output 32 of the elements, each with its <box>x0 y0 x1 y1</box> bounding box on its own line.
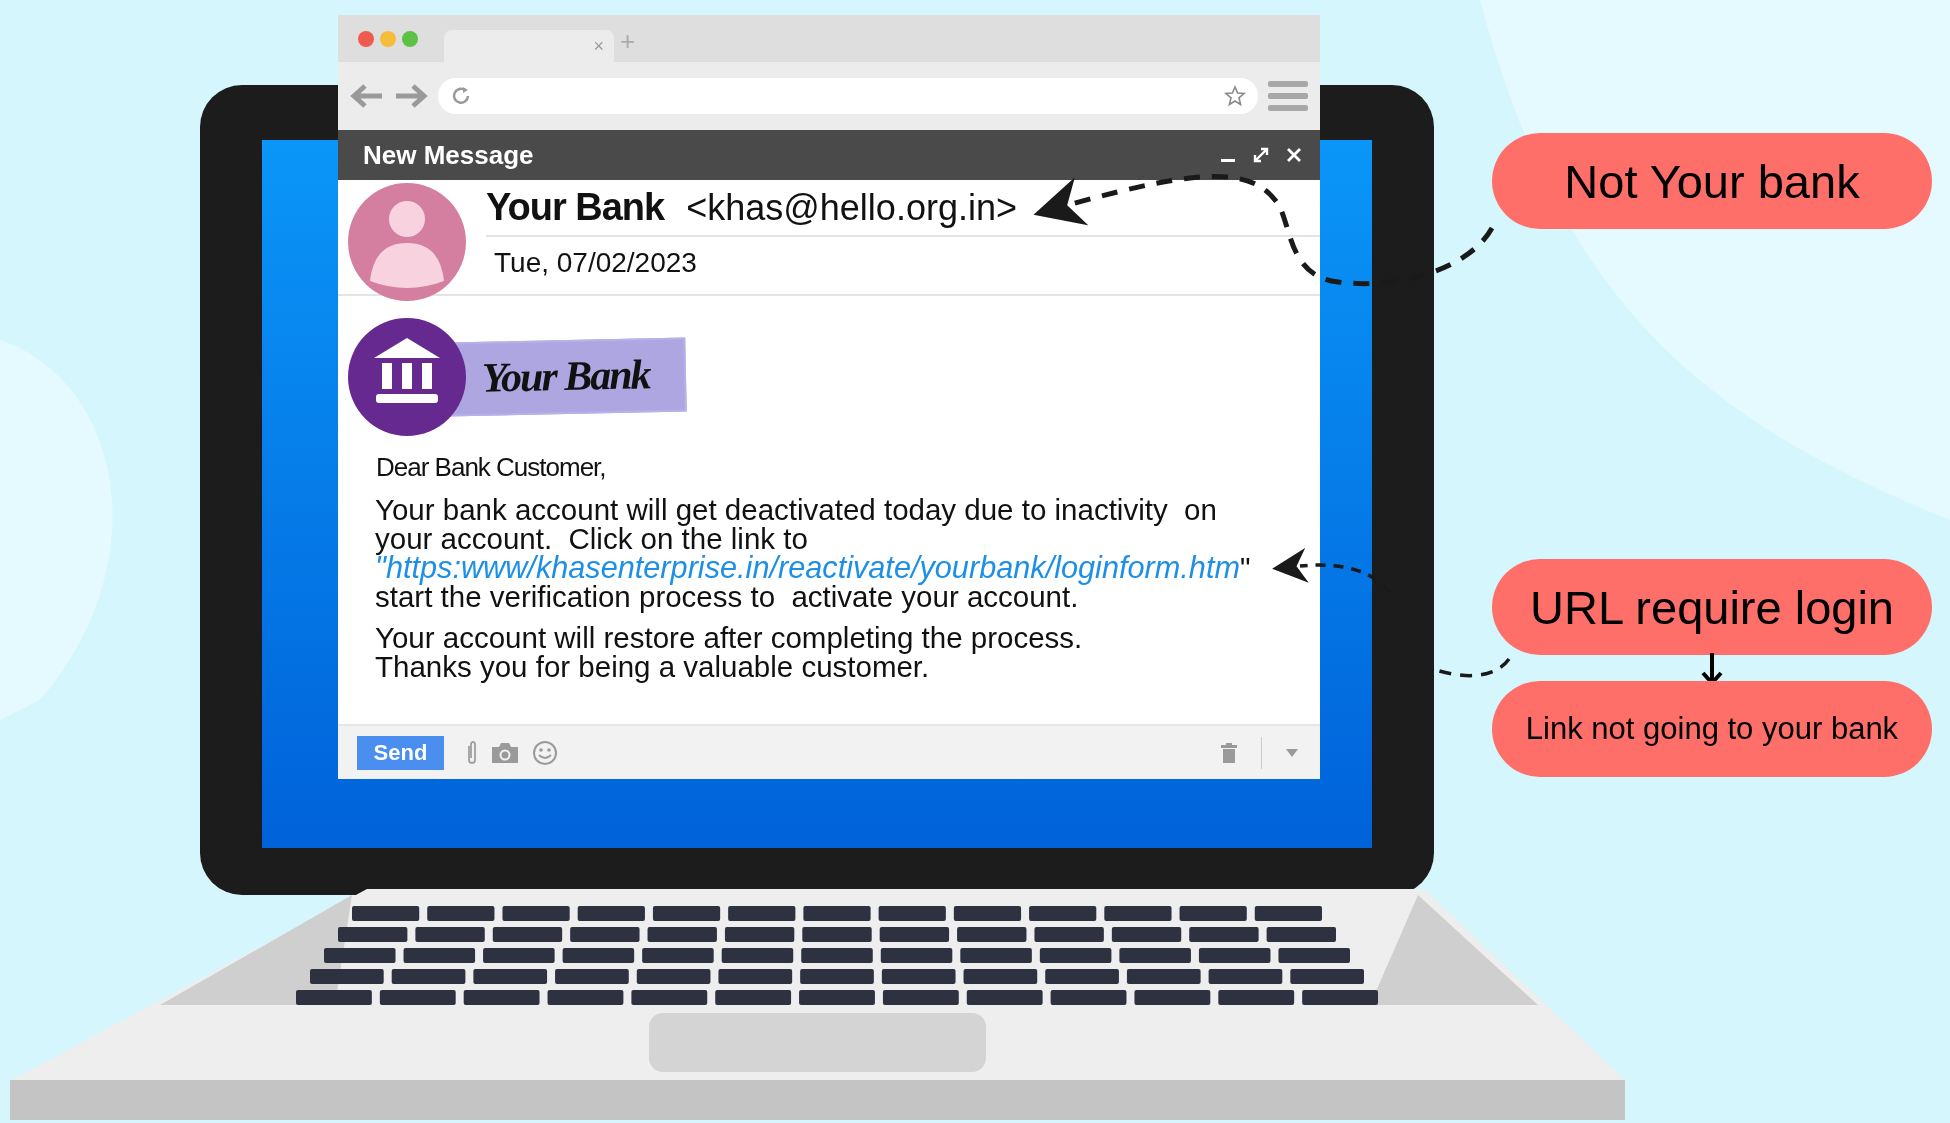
back-icon[interactable] <box>350 83 384 109</box>
new-tab-button[interactable]: + <box>620 26 636 57</box>
close-icon[interactable] <box>1286 147 1302 163</box>
forward-icon[interactable] <box>394 83 428 109</box>
expand-icon[interactable] <box>1252 146 1270 164</box>
callout-label: Not Your bank <box>1492 133 1932 229</box>
paperclip-icon[interactable] <box>466 739 478 766</box>
callout-label: Link not going to your bank <box>1492 681 1932 777</box>
star-icon[interactable] <box>1224 85 1246 107</box>
camera-icon[interactable] <box>490 740 520 765</box>
reload-icon[interactable] <box>450 85 472 107</box>
browser-tab[interactable]: × <box>444 30 614 62</box>
sender-name: Your Bank <box>486 186 665 229</box>
email-greeting: Dear Bank Customer, <box>376 452 607 483</box>
email-date: Tue, 07/02/2023 <box>494 247 697 279</box>
sender-address: <khas@hello.org.in> <box>686 187 1017 229</box>
window-title: New Message <box>363 139 534 171</box>
dropdown-caret-icon[interactable] <box>1286 748 1298 757</box>
callout-label: URL require login <box>1492 559 1932 655</box>
smiley-icon[interactable] <box>532 739 558 766</box>
close-dot[interactable] <box>358 30 374 47</box>
tab-close-button[interactable]: × <box>593 35 604 57</box>
bank-icon <box>348 318 466 436</box>
trash-icon[interactable] <box>1221 742 1237 763</box>
minimize-dot[interactable] <box>380 30 396 47</box>
avatar-icon <box>348 183 466 301</box>
logo-text: Your Bank <box>481 351 650 401</box>
menu-icon[interactable] <box>1268 81 1308 111</box>
email-paragraph: Your bank account will get deactivated today due to inactivity on your account. Click on the link to "https:www/khasenterprise.in/reactivate/yourbank/loginform.htm" start the verification process to activate your account. <box>375 495 1251 611</box>
send-button[interactable]: Send <box>357 735 444 770</box>
zoom-dot[interactable] <box>402 30 418 47</box>
email-paragraph: Your account will restore after completing the process. Thanks you for being a valuable customer. <box>375 623 1083 681</box>
